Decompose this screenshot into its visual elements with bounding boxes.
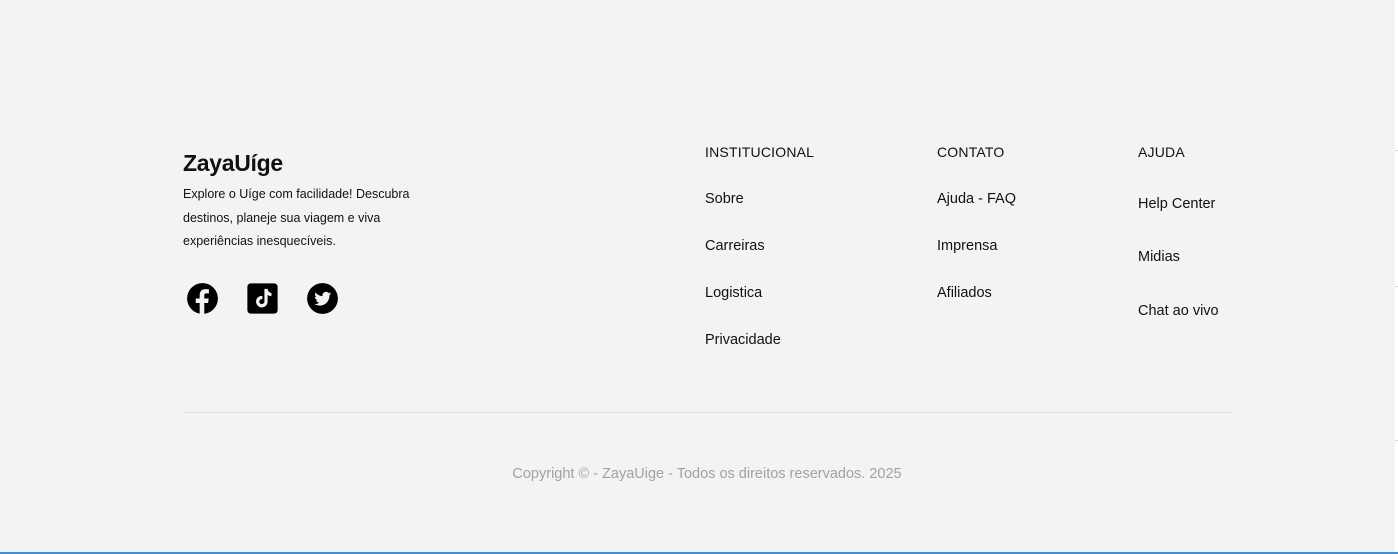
footer-link-logistica[interactable]: Logistica <box>705 284 814 302</box>
footer-link-afiliados[interactable]: Afiliados <box>937 284 1016 302</box>
column-heading-contato: CONTATO <box>937 144 1005 160</box>
footer-column-contato: CONTATO Ajuda - FAQ Imprensa Afiliados <box>937 143 1016 302</box>
facebook-link[interactable] <box>186 282 219 315</box>
column-heading-ajuda: AJUDA <box>1138 144 1185 160</box>
copyright-text: Copyright © - ZayaUige - Todos os direit… <box>512 465 902 482</box>
footer-link-help-center[interactable]: Help Center <box>1138 195 1219 213</box>
footer-column-institucional: INSTITUCIONAL Sobre Carreiras Logistica … <box>705 143 814 349</box>
footer-link-privacidade[interactable]: Privacidade <box>705 331 814 349</box>
footer-link-sobre[interactable]: Sobre <box>705 190 814 208</box>
brand-description: Explore o Uíge com facilidade! Descubra … <box>183 187 410 248</box>
footer-column-ajuda: AJUDA Help Center Midias Chat ao vivo <box>1138 143 1219 320</box>
twitter-icon <box>307 283 338 314</box>
tiktok-icon <box>247 283 278 314</box>
brand-title: ZayaUíge <box>183 150 283 176</box>
footer-link-midias[interactable]: Midias <box>1138 248 1219 266</box>
footer-divider <box>183 412 1231 413</box>
social-links <box>186 282 366 315</box>
footer-link-carreiras[interactable]: Carreiras <box>705 237 814 255</box>
site-footer: ZayaUíge Explore o Uíge com facilidade! … <box>0 0 1398 554</box>
footer-link-chat-ao-vivo[interactable]: Chat ao vivo <box>1138 302 1219 320</box>
tiktok-link[interactable] <box>246 282 279 315</box>
column-heading-institucional: INSTITUCIONAL <box>705 144 815 160</box>
footer-link-imprensa[interactable]: Imprensa <box>937 237 1016 255</box>
footer-link-ajuda-faq[interactable]: Ajuda - FAQ <box>937 190 1016 208</box>
facebook-icon <box>187 283 218 315</box>
brand-block: ZayaUíge Explore o Uíge com facilidade! … <box>183 149 443 254</box>
twitter-link[interactable] <box>306 282 339 315</box>
